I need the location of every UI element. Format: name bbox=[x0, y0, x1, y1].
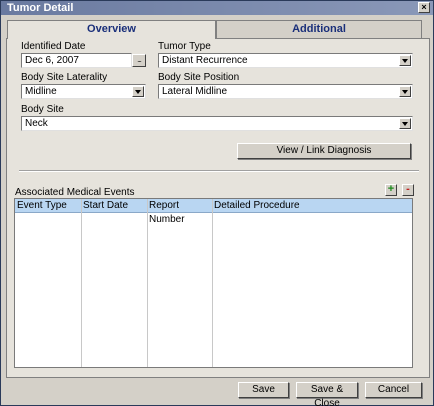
column-divider bbox=[81, 199, 82, 367]
tumor-type-label: Tumor Type bbox=[158, 41, 211, 52]
column-header-report-number[interactable]: Report Number bbox=[147, 199, 212, 225]
tumor-type-select[interactable]: Distant Recurrence bbox=[158, 53, 413, 68]
column-divider bbox=[147, 199, 148, 367]
column-header-event-type[interactable]: Event Type bbox=[15, 199, 81, 213]
remove-event-button[interactable]: - bbox=[402, 184, 414, 196]
associated-events-label: Associated Medical Events bbox=[15, 187, 135, 198]
cancel-button[interactable]: Cancel bbox=[365, 382, 422, 398]
column-header-detailed-procedure[interactable]: Detailed Procedure bbox=[212, 199, 412, 213]
body-site-position-select[interactable]: Lateral Midline bbox=[158, 84, 413, 99]
body-site-laterality-label: Body Site Laterality bbox=[21, 72, 108, 83]
chevron-down-icon[interactable] bbox=[399, 118, 411, 129]
tab-overview[interactable]: Overview bbox=[7, 20, 216, 39]
body-site-select[interactable]: Neck bbox=[21, 116, 413, 131]
section-divider bbox=[19, 170, 419, 172]
tumor-detail-window: Tumor Detail × Overview Additional Ident… bbox=[0, 0, 434, 406]
body-site-position-label: Body Site Position bbox=[158, 72, 240, 83]
chevron-down-icon[interactable] bbox=[399, 55, 411, 66]
body-site-laterality-select[interactable]: Midline bbox=[21, 84, 146, 99]
save-button[interactable]: Save bbox=[238, 382, 289, 398]
medical-events-table[interactable]: Event Type Start Date Report Number Deta… bbox=[14, 198, 413, 368]
chevron-down-icon[interactable] bbox=[399, 86, 411, 97]
identified-date-field[interactable]: Dec 6, 2007 bbox=[21, 53, 132, 68]
view-link-diagnosis-button[interactable]: View / Link Diagnosis bbox=[237, 143, 411, 159]
tab-additional[interactable]: Additional bbox=[216, 20, 422, 38]
save-close-button[interactable]: Save & Close bbox=[296, 382, 358, 406]
identified-date-label: Identified Date bbox=[21, 41, 86, 52]
date-picker-button[interactable]: ... bbox=[132, 54, 146, 67]
close-icon[interactable]: × bbox=[418, 2, 430, 13]
body-site-label: Body Site bbox=[21, 104, 64, 115]
column-divider bbox=[212, 199, 213, 367]
chevron-down-icon[interactable] bbox=[132, 86, 144, 97]
window-title: Tumor Detail bbox=[7, 2, 74, 14]
table-header: Event Type Start Date Report Number Deta… bbox=[15, 199, 412, 225]
title-bar[interactable]: Tumor Detail × bbox=[1, 1, 433, 15]
column-header-start-date[interactable]: Start Date bbox=[81, 199, 147, 213]
add-event-button[interactable]: + bbox=[385, 184, 397, 196]
